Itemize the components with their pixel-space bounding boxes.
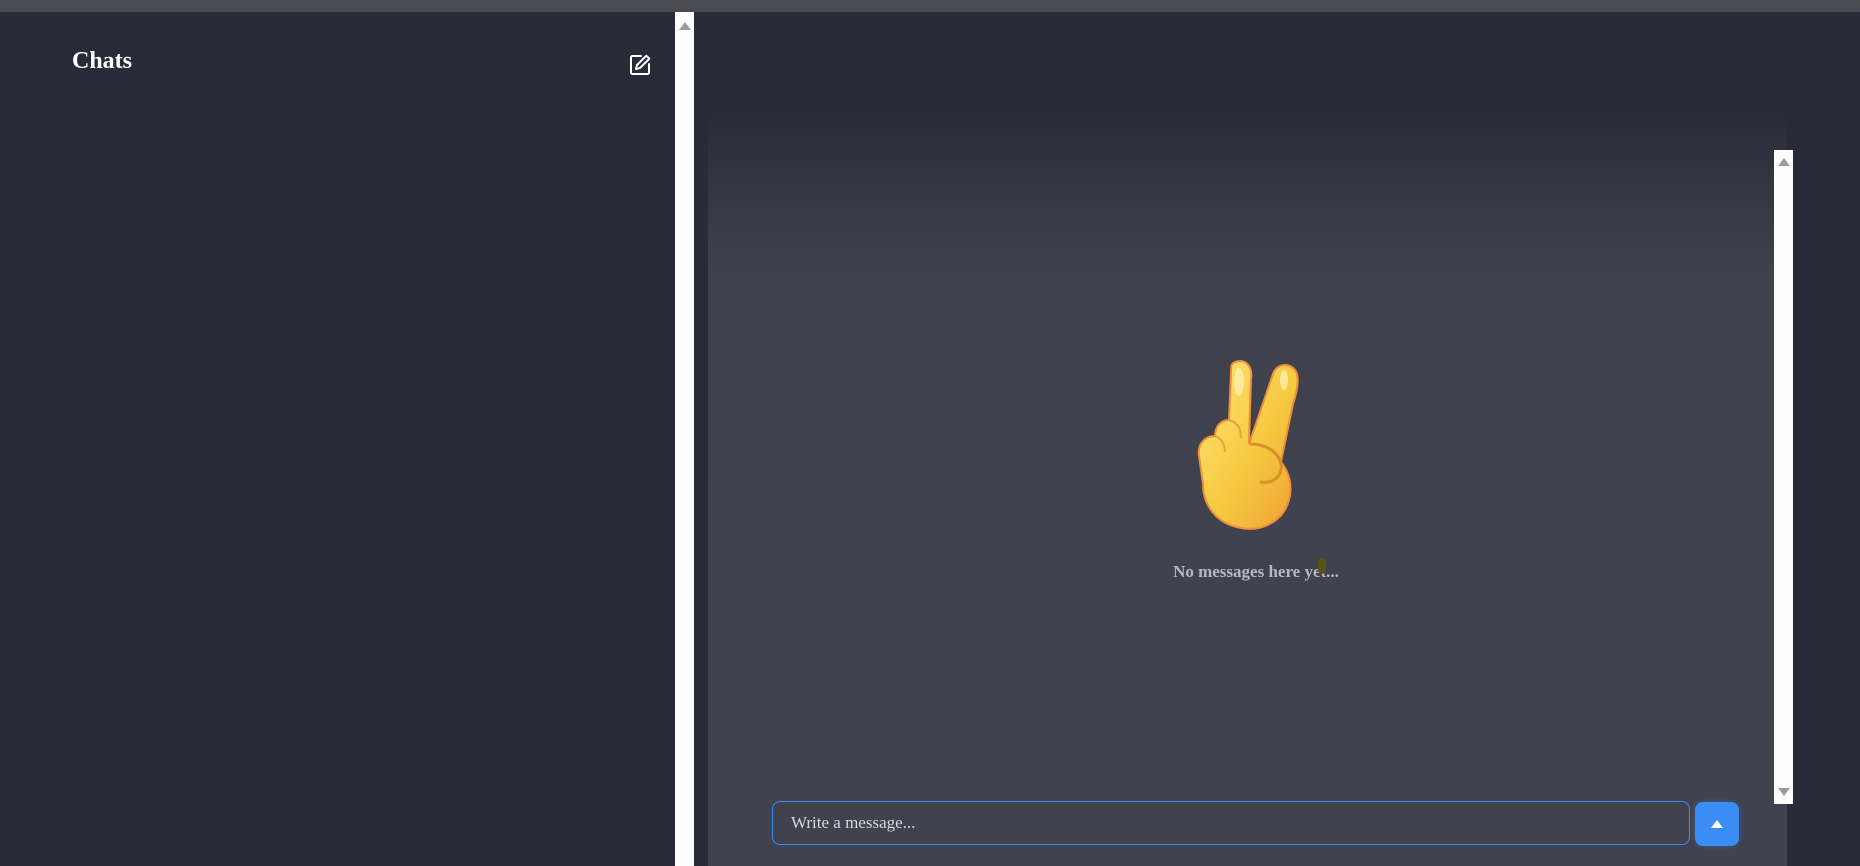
message-list: No messages here yet... xyxy=(708,112,1787,866)
scroll-up-arrow-icon[interactable] xyxy=(678,22,691,30)
mouse-cursor-marker xyxy=(1318,558,1326,574)
sidebar-scrollbar[interactable] xyxy=(675,12,694,866)
message-composer xyxy=(772,801,1822,847)
sidebar-title: Chats xyxy=(72,48,133,74)
new-chat-button[interactable] xyxy=(625,50,655,80)
empty-state-text: No messages here yet... xyxy=(1173,562,1339,581)
compose-edit-icon xyxy=(630,54,651,75)
empty-state: No messages here yet... xyxy=(1106,352,1406,582)
window-top-strip xyxy=(0,0,1860,12)
send-button[interactable] xyxy=(1695,802,1739,846)
chats-sidebar: Chats xyxy=(0,12,675,866)
victory-hand-emoji-icon xyxy=(1106,352,1406,552)
chat-area: No messages here yet... xyxy=(694,12,1860,866)
message-list-scrollbar[interactable] xyxy=(1774,150,1793,804)
send-arrow-up-icon xyxy=(1711,820,1723,828)
scroll-down-arrow-icon[interactable] xyxy=(1777,788,1790,796)
scroll-up-arrow-icon[interactable] xyxy=(1777,158,1790,166)
message-input[interactable] xyxy=(772,801,1690,845)
